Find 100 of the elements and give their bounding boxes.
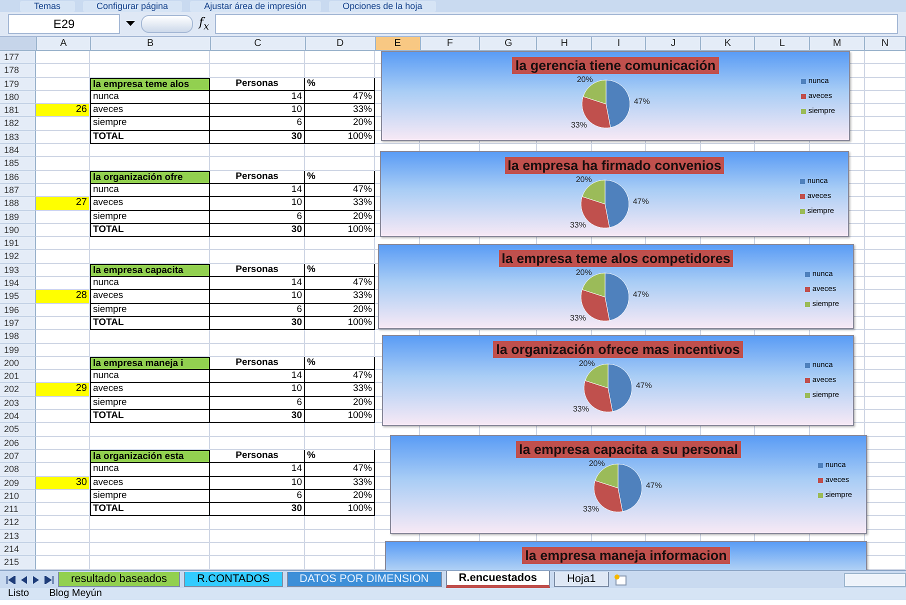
ribbon-group-label: Ajustar área de impresión [190,0,321,12]
data-label: 20% [578,358,595,368]
empty-cell [305,330,375,344]
row-number: 203 [0,396,36,410]
empty-cell [305,423,375,437]
table-cell: nunca [90,463,210,476]
status-text: Blog Meyún [49,588,102,600]
new-sheet-icon[interactable] [612,574,629,586]
table-cell: siempre [90,304,210,317]
column-header[interactable]: F [420,37,480,50]
table-cell: 47% [305,277,375,290]
data-label: 47% [636,381,652,390]
data-label: 47% [633,290,650,300]
row-number: 202 [0,383,36,397]
table-cell: TOTAL [90,130,210,144]
column-header[interactable]: G [480,37,538,50]
column-header[interactable]: N [865,37,906,50]
last-sheet-icon[interactable] [44,576,54,584]
table-cell: siempre [90,210,210,224]
row-number: 198 [0,330,36,344]
table-cell: 10 [210,104,305,118]
row-number: 189 [0,210,36,224]
dropdown-caret-icon[interactable] [126,21,135,27]
chart-title: la empresa maneja informacion [522,547,730,564]
table-cell: 30 [210,130,305,144]
row-number: 205 [0,423,36,437]
next-sheet-icon[interactable] [32,576,40,584]
table-cell: 47% [305,184,375,198]
row-number: 204 [0,410,36,424]
table-cell: Personas [210,78,305,91]
table-cell: 33% [305,104,375,118]
column-header[interactable]: I [592,37,646,50]
table-cell: aveces [90,383,210,397]
empty-cell [865,370,906,384]
table-cell: % [305,264,375,278]
table-cell: la organización ofre [90,170,210,184]
insert-function-button[interactable]: f$_{x}$ [199,15,210,33]
chart-panel[interactable]: la empresa maneja informacion [385,541,867,570]
empty-cell [305,530,375,543]
table-cell: 6 [210,304,305,317]
table-cell: 100% [305,316,375,330]
row-number: 195 [0,290,36,304]
table-cell: TOTAL [90,410,210,424]
data-label: 20% [576,174,592,184]
first-sheet-icon[interactable] [6,576,16,584]
table-cell: 33% [305,476,375,490]
empty-cell [865,264,906,278]
row-number: 192 [0,250,36,264]
table-cell: nunca [90,90,210,104]
table-cell: TOTAL [90,503,210,516]
row-number: 214 [0,542,36,556]
table-cell: siempre [90,490,210,504]
sheet-tab[interactable]: resultado baseados [58,572,180,587]
table-cell: Personas [210,450,305,464]
formula-input[interactable] [215,14,898,34]
table-cell: 6 [210,396,305,410]
sheet-tab[interactable]: R.CONTADOS [184,572,283,587]
ribbon-group-label: Configurar página [82,0,182,12]
column-header[interactable]: A [36,37,91,50]
name-box[interactable]: E29 [8,14,120,34]
column-header[interactable]: M [810,37,866,50]
column-header[interactable]: B [90,37,211,50]
column-header[interactable]: C [210,37,306,50]
horizontal-scrollbar[interactable] [844,572,906,586]
data-label: 20% [588,458,605,468]
table-cell: nunca [90,184,210,198]
row-number: 184 [0,144,36,158]
empty-cell [865,396,906,410]
sheet-tab[interactable]: R.encuestados [446,571,550,588]
row-number: 191 [0,237,36,250]
empty-cell [865,237,906,250]
row-number: 177 [0,51,36,64]
row-number: 179 [0,78,36,91]
column-header[interactable]: J [646,37,702,50]
table-cell: 14 [210,184,305,198]
table-cell: aveces [90,104,210,118]
ribbon-group-label: Temas [20,0,75,12]
empty-cell [865,277,906,290]
table-cell: 10 [210,197,305,211]
chart-title: la empresa teme alos competidores [498,250,734,267]
sheet-tab[interactable]: Hoja1 [554,572,609,587]
empty-cell [865,117,906,131]
row-number: 187 [0,184,36,198]
table-cell: 10 [210,383,305,397]
formula-bar-handle[interactable] [141,15,193,33]
column-header[interactable]: H [537,37,592,50]
table-cell: 10 [210,476,305,490]
empty-cell [865,304,906,317]
row-number: 215 [0,556,36,570]
table-cell: 30 [210,224,305,238]
table-cell: 20% [305,210,375,224]
data-label: 47% [634,97,650,106]
previous-sheet-icon[interactable] [20,576,28,584]
row-number: 178 [0,64,36,78]
data-label: 33% [570,220,586,230]
row-number: 207 [0,450,36,464]
column-header[interactable]: E [376,37,421,50]
column-header[interactable]: L [755,37,810,50]
empty-cell [865,157,906,171]
column-header[interactable]: K [701,37,756,50]
